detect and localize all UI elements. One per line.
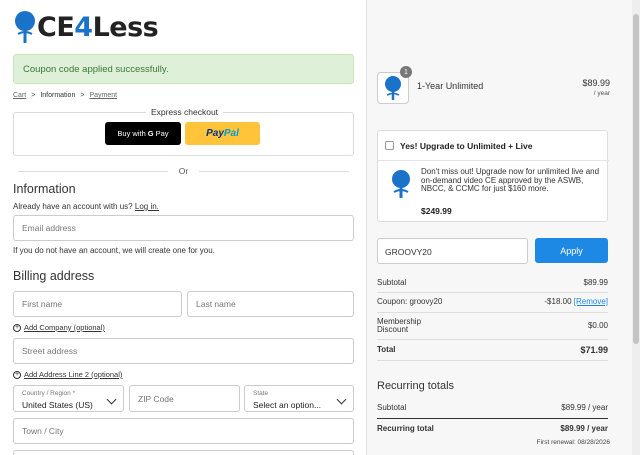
divider <box>377 292 608 293</box>
google-pay-button[interactable]: Buy with G Pay <box>105 122 181 145</box>
divider <box>377 418 608 419</box>
remove-coupon-link[interactable]: [Remove] <box>574 297 608 306</box>
first-renewal-date: First renewal: 08/28/2026 <box>536 439 610 446</box>
login-link[interactable]: Log in. <box>135 202 159 211</box>
login-prompt: Already have an account with us? Log in. <box>13 202 159 211</box>
town-city-field[interactable]: Town / City <box>13 418 354 444</box>
breadcrumb-information: Information <box>40 92 76 99</box>
brain-head-icon <box>385 76 401 100</box>
breadcrumb-separator: > <box>31 92 36 99</box>
express-checkout-box: Express checkout Buy with G Pay Pay Pal <box>13 107 354 156</box>
membership-discount-row: Membership Discount $0.00 <box>377 317 608 334</box>
street-address-field[interactable]: Street address <box>13 338 354 364</box>
checkout-form-panel: CE4Less Coupon code applied successfully… <box>0 0 366 455</box>
divider <box>377 360 608 361</box>
chevron-down-icon <box>106 394 117 405</box>
paypal-button[interactable]: Pay Pal <box>185 122 260 145</box>
country-select[interactable]: Country / Region * United States (US) <box>13 385 124 412</box>
breadcrumb-cart[interactable]: Cart <box>13 92 26 99</box>
product-price: $89.99 <box>582 78 610 88</box>
plus-circle-icon: + <box>13 370 21 379</box>
email-field[interactable]: Email address <box>13 215 354 241</box>
divider <box>377 339 608 340</box>
or-divider: Or <box>13 166 354 176</box>
upsell-price: $249.99 <box>421 206 452 216</box>
product-name: 1-Year Unlimited <box>417 81 484 91</box>
information-heading: Information <box>13 182 76 196</box>
scrollbar[interactable] <box>632 0 640 455</box>
divider <box>377 312 608 313</box>
recurring-totals-heading: Recurring totals <box>377 380 455 392</box>
add-address-line2-link[interactable]: + Add Address Line 2 (optional) <box>13 370 122 379</box>
brain-head-icon <box>392 170 410 198</box>
apply-coupon-button[interactable]: Apply <box>535 238 608 263</box>
brain-head-icon <box>15 11 35 43</box>
quantity-badge: 1 <box>400 66 412 78</box>
account-note: If you do not have an account, we will c… <box>13 246 215 255</box>
last-name-field[interactable]: Last name <box>187 291 354 317</box>
upsell-title: Yes! Upgrade to Unlimited + Live <box>400 140 533 151</box>
add-company-link[interactable]: + Add Company (optional) <box>13 323 105 332</box>
state-select[interactable]: State Select an option... <box>244 385 354 412</box>
ce4less-logo[interactable]: CE4Less <box>13 8 159 46</box>
billing-heading: Billing address <box>13 269 95 283</box>
upsell-description: Don't miss out! Upgrade now for unlimite… <box>421 167 600 193</box>
upsell-toggle[interactable]: Yes! Upgrade to Unlimited + Live <box>378 131 609 161</box>
breadcrumb-payment[interactable]: Payment <box>89 92 117 99</box>
chevron-down-icon <box>336 394 347 405</box>
product-period: / year <box>593 90 610 97</box>
breadcrumb-separator: > <box>80 92 85 99</box>
next-field-partial[interactable] <box>13 450 354 455</box>
logo-text: CE4Less <box>37 11 159 43</box>
plus-circle-icon: + <box>13 323 21 332</box>
coupon-code-input[interactable]: GROOVY20 <box>377 238 528 264</box>
scrollbar-thumb[interactable] <box>633 14 639 344</box>
alert-message: Coupon code applied successfully. <box>23 64 169 75</box>
express-checkout-title: Express checkout <box>14 107 355 117</box>
first-name-field[interactable]: First name <box>13 291 182 317</box>
google-g-icon: G <box>147 129 154 138</box>
breadcrumb: Cart > Information > Payment <box>13 92 117 99</box>
zip-code-field[interactable]: ZIP Code <box>129 385 240 412</box>
upsell-box: Yes! Upgrade to Unlimited + Live Don't m… <box>377 130 609 222</box>
order-summary-panel: 1 1-Year Unlimited $89.99 / year Yes! Up… <box>366 0 640 455</box>
coupon-success-alert: Coupon code applied successfully. <box>13 54 354 84</box>
upsell-checkbox[interactable] <box>385 141 394 150</box>
